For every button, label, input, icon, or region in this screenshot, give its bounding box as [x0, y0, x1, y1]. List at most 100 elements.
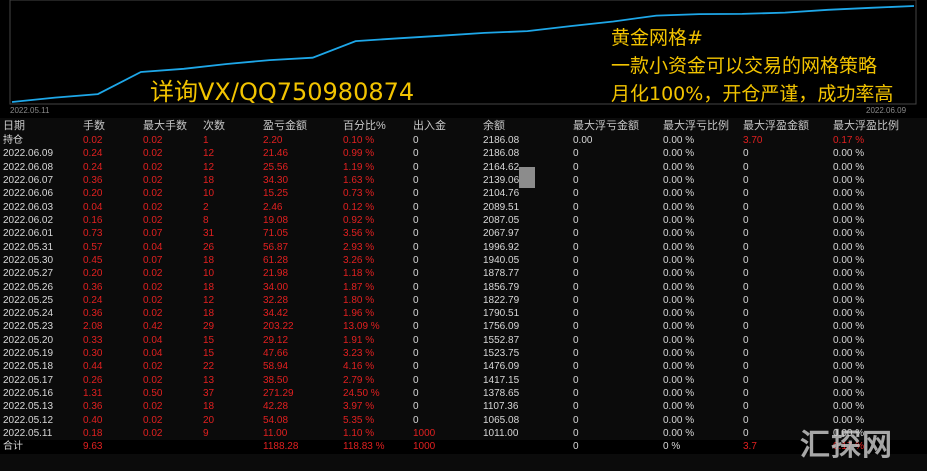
cell-lots: 0.36 [83, 174, 103, 186]
cell-max-lots: 0.02 [143, 135, 163, 146]
cell-balance: 1856.79 [483, 281, 520, 293]
cell-max-float-loss: 0 [573, 361, 579, 373]
cell-max-lots: 0.04 [143, 348, 163, 360]
cell-count: 9 [203, 428, 209, 440]
header-balance: 余额 [483, 120, 505, 132]
cell-balance: 1940.05 [483, 254, 520, 266]
cell-max-lots: 0.02 [143, 201, 163, 213]
table-row: 2022.05.18 0.44 0.02 22 58.94 4.16 % 0 1476.09 0… [0, 360, 927, 373]
cell-max-float-profit-pct: 0.00 % [833, 188, 865, 200]
cell-max-float-loss-pct: 0.00 % [663, 308, 695, 320]
cell-balance: 1065.08 [483, 414, 520, 426]
cell-percent: 1.96 % [343, 308, 375, 320]
cell-pnl: 34.30 [263, 174, 289, 186]
table-row: 2022.05.26 0.36 0.02 18 34.00 1.87 % 0 1856.79 0… [0, 281, 927, 294]
cell-count: 22 [203, 361, 215, 373]
cell-count: 20 [203, 414, 215, 426]
cell-max-float-loss: 0.00 [573, 135, 593, 146]
header-lots: 手数 [83, 120, 105, 132]
cell-max-float-profit-pct: 0.00 % [833, 201, 865, 213]
cell-lots: 0.40 [83, 414, 103, 426]
cell-pnl: 11.00 [263, 428, 288, 440]
table-row: 2022.06.02 0.16 0.02 8 19.08 0.92 % 0 2087.05 0 0… [0, 214, 927, 227]
cell-date: 2022.05.17 [3, 374, 54, 386]
cell-deposit: 0 [413, 201, 419, 213]
cell-date: 2022.05.24 [3, 308, 54, 320]
cell-balance: 1822.79 [483, 294, 520, 306]
cell-pnl: 56.87 [263, 241, 289, 253]
cell-max-float-profit-pct: 0.00 % [833, 228, 865, 240]
cell-count: 12 [203, 161, 215, 173]
cell-max-float-loss: 0 [573, 174, 579, 186]
cell-count: 12 [203, 148, 215, 160]
header-max-lots: 最大手数 [143, 120, 187, 132]
cell-max-float-loss-pct: 0.00 % [663, 388, 695, 400]
cell-max-float-loss-pct: 0.00 % [663, 214, 695, 226]
cell-percent: 0.12 % [343, 201, 375, 213]
cell-max-float-loss: 0 [573, 254, 579, 266]
cell-lots: 0.30 [83, 348, 103, 360]
cell-lots: 0.45 [83, 254, 103, 266]
promo-line-1: 黄金网格# [611, 27, 703, 49]
cell-max-float-loss: 0 [573, 188, 579, 200]
cell-balance: 1878.77 [483, 268, 520, 280]
cell-percent: 5.35 % [343, 414, 375, 426]
cell-count: 13 [203, 374, 215, 386]
promo-overlay: 黄金网格# 一款小资金可以交易的网格策略 月化100%，开仓严谨，成功率高 [611, 24, 893, 108]
cell-percent: 1.10 % [343, 428, 375, 440]
cell-lots: 0.20 [83, 268, 103, 280]
cell-deposit: 0 [413, 188, 419, 200]
cell-percent: 3.23 % [343, 348, 375, 360]
cell-count: 18 [203, 308, 215, 320]
cell-max-float-loss: 0 [573, 268, 579, 280]
cell-max-lots: 0.04 [143, 241, 163, 253]
cell-max-lots: 0.02 [143, 361, 163, 373]
cell-count: 29 [203, 321, 215, 333]
cell-deposit: 0 [413, 401, 419, 413]
cell-max-float-loss: 0 [573, 241, 579, 253]
cell-deposit: 0 [413, 254, 419, 266]
cell-max-float-profit-pct: 0.00 % [833, 161, 865, 173]
cell-max-float-loss: 0 [573, 281, 579, 293]
cell-pnl: 21.46 [263, 148, 289, 160]
scrollbar-thumb[interactable] [519, 167, 535, 188]
cell-pnl: 203.22 [263, 321, 294, 333]
cell-max-float-loss: 0 [573, 441, 579, 453]
cell-max-float-loss-pct: 0.00 % [663, 254, 695, 266]
cell-deposit: 0 [413, 321, 419, 333]
cell-max-float-loss: 0 [573, 428, 579, 440]
cell-date: 2022.05.11 [3, 428, 53, 440]
cell-max-float-profit: 0 [743, 308, 749, 320]
cell-percent: 24.50 % [343, 388, 380, 400]
cell-max-float-loss-pct: 0.00 % [663, 281, 695, 293]
cell-lots: 0.24 [83, 161, 103, 173]
cell-balance: 1790.51 [483, 308, 520, 320]
cell-max-float-profit-pct: 0.00 % [833, 148, 865, 160]
cell-max-float-loss-pct: 0.00 % [663, 321, 695, 333]
header-max-float-loss: 最大浮亏金额 [573, 120, 639, 132]
cell-max-float-profit: 0 [743, 214, 749, 226]
cell-count: 2 [203, 201, 209, 213]
cell-max-float-loss-pct: 0.00 % [663, 414, 695, 426]
header-deposit: 出入金 [413, 120, 446, 132]
cell-date: 2022.05.12 [3, 414, 54, 426]
cell-max-float-profit: 0 [743, 241, 749, 253]
cell-percent: 1.63 % [343, 174, 375, 186]
cell-max-float-loss-pct: 0.00 % [663, 228, 695, 240]
balance-chart: 2022.05.11 2022.06.09 详询VX/QQ750980874 黄… [0, 0, 927, 118]
cell-max-lots: 0.02 [143, 281, 163, 293]
cell-pnl: 34.00 [263, 281, 289, 293]
cell-max-float-loss-pct: 0.00 % [663, 361, 695, 373]
cell-lots: 0.73 [83, 228, 103, 240]
cell-max-float-profit: 0 [743, 228, 749, 240]
table-row: 2022.06.03 0.04 0.02 2 2.46 0.12 % 0 2089.51 0 0.… [0, 201, 927, 214]
cell-max-float-loss: 0 [573, 321, 579, 333]
cell-pnl: 29.12 [263, 334, 289, 346]
cell-max-float-profit-pct: 0.00 % [833, 174, 865, 186]
cell-balance: 2139.06 [483, 174, 520, 186]
cell-max-float-profit-pct: 0.00 % [833, 401, 865, 413]
cell-balance: 1476.09 [483, 361, 520, 373]
table-row: 2022.05.30 0.45 0.07 18 61.28 3.26 % 0 1940.05 0… [0, 254, 927, 267]
cell-date: 2022.05.20 [3, 334, 54, 346]
cell-balance: 2067.97 [483, 228, 520, 240]
